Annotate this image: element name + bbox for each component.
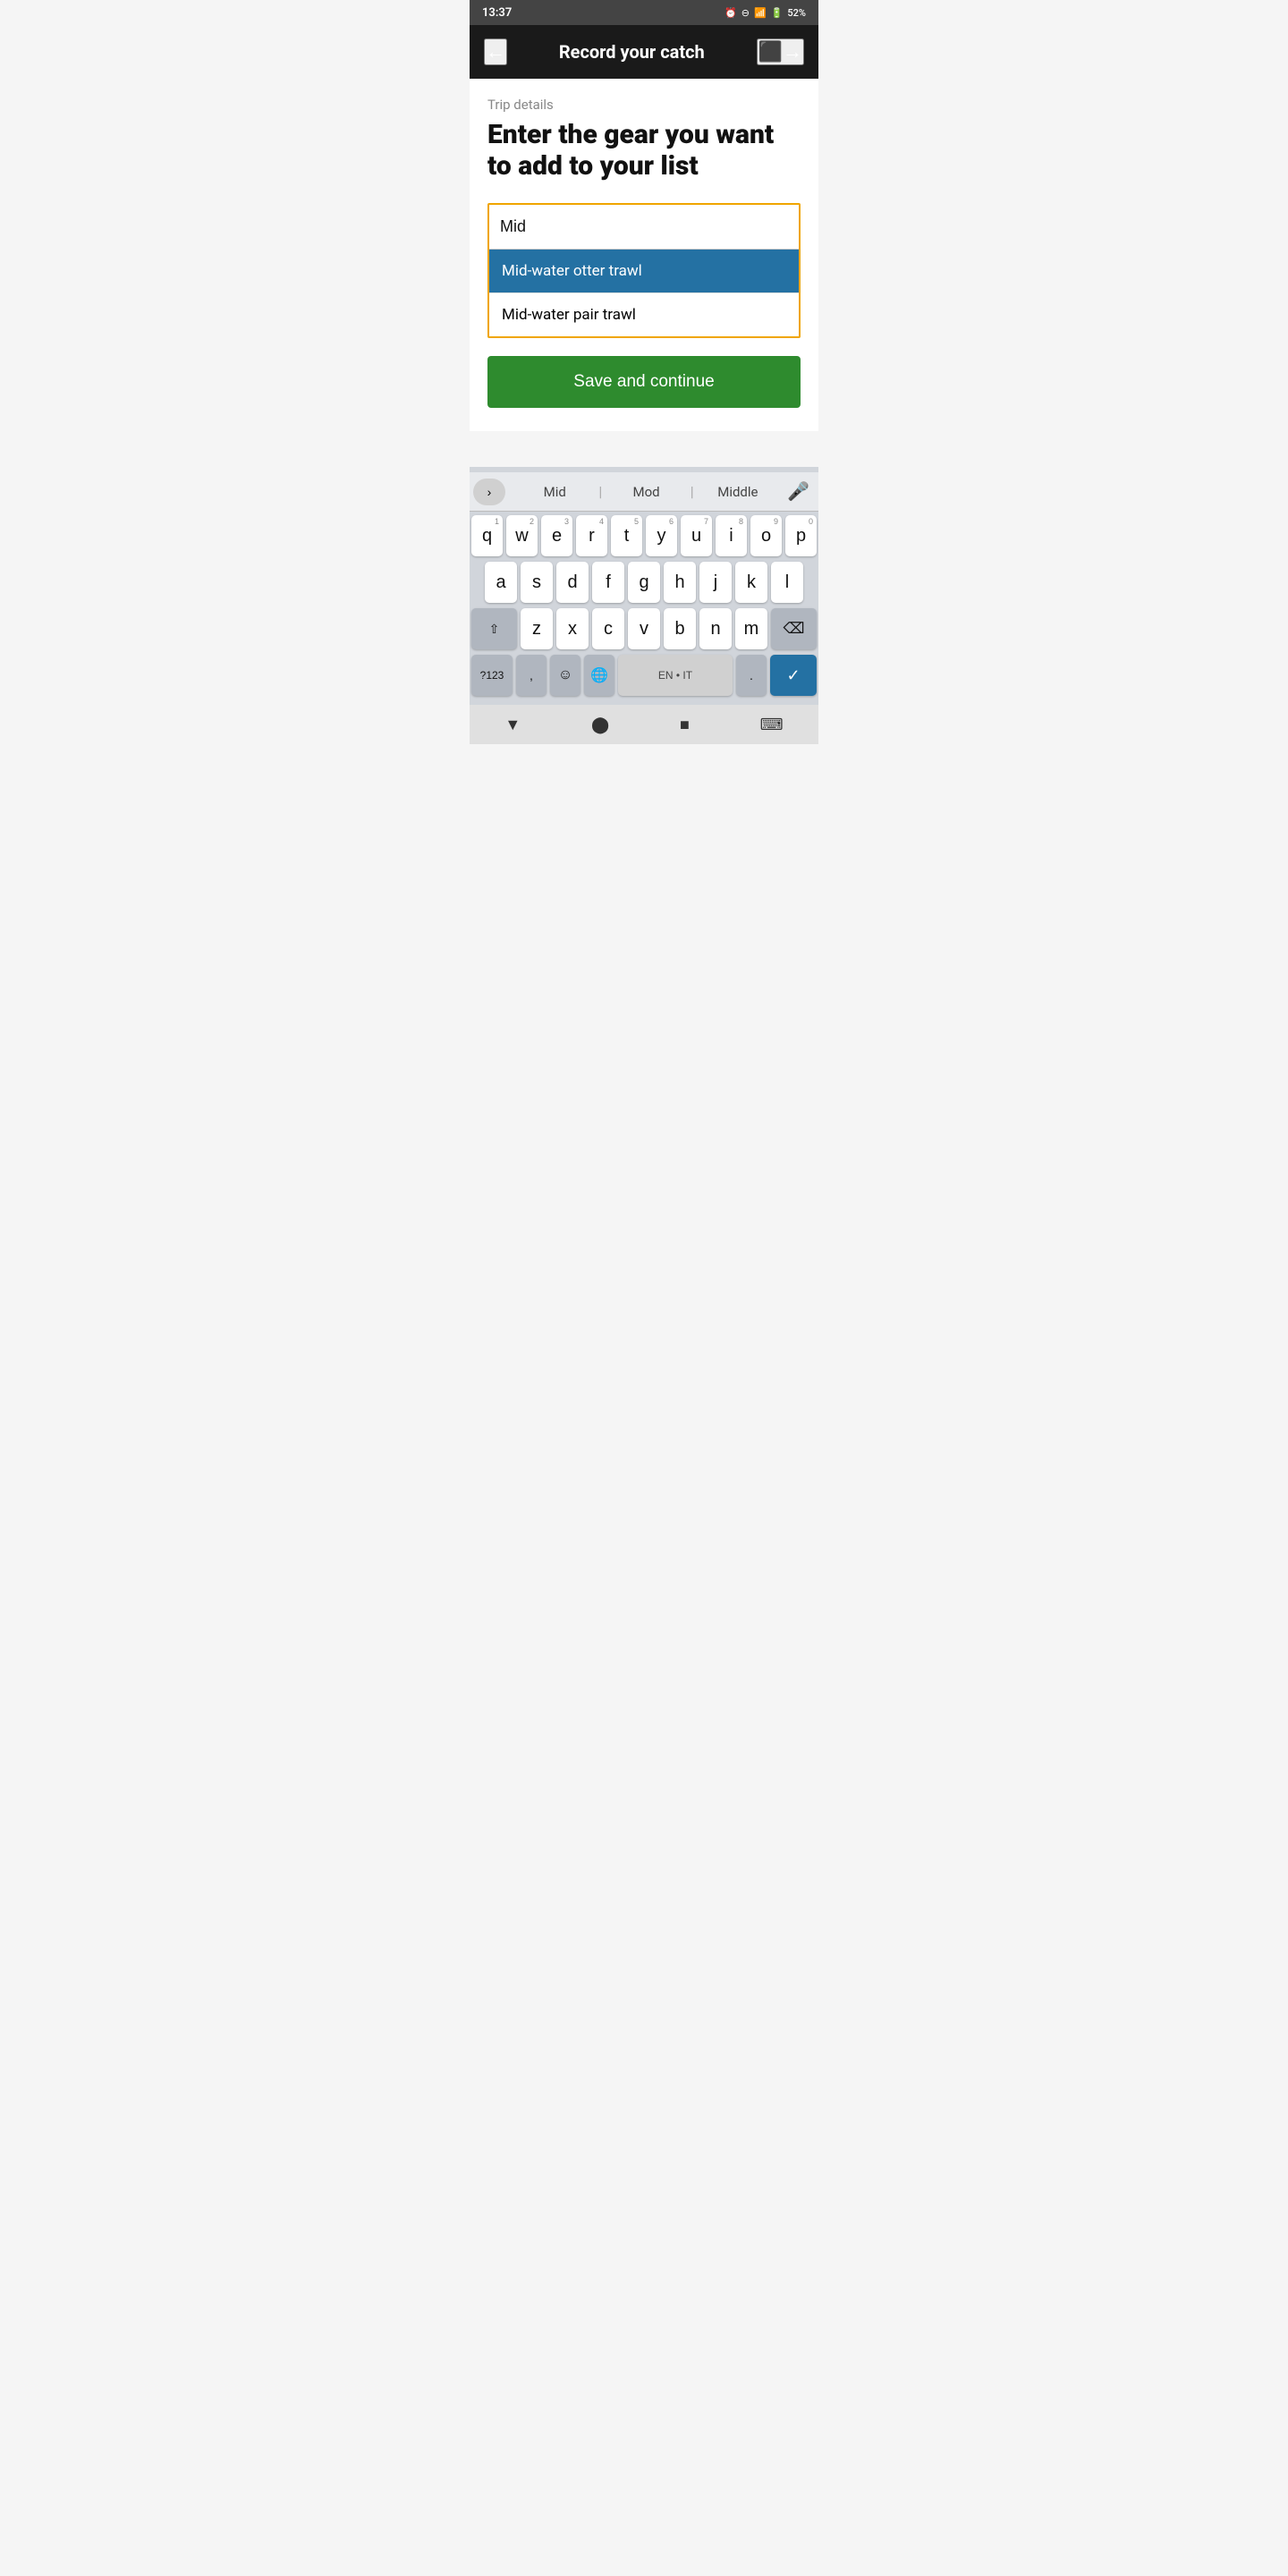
key-n[interactable]: n <box>699 608 732 649</box>
key-k[interactable]: k <box>735 562 767 603</box>
page-heading: Enter the gear you want to add to your l… <box>487 120 801 182</box>
key-q[interactable]: 1q <box>471 515 503 556</box>
key-d[interactable]: d <box>556 562 589 603</box>
space-key[interactable]: EN • IT <box>618 655 733 696</box>
dropdown-options: Mid-water otter trawl Mid-water pair tra… <box>489 249 799 336</box>
app-bar-title: Record your catch <box>559 41 705 63</box>
key-e[interactable]: 3e <box>541 515 572 556</box>
key-row-4: ?123 , ☺ 🌐 EN • IT . ✓ <box>471 655 817 696</box>
battery-percent: 52% <box>787 7 806 19</box>
backspace-key[interactable]: ⌫ <box>771 608 817 649</box>
dropdown-option-1[interactable]: Mid-water otter trawl <box>489 250 799 293</box>
key-row-1: 1q 2w 3e 4r 5t 6y 7u 8i 9o 0p <box>471 515 817 556</box>
key-x[interactable]: x <box>556 608 589 649</box>
status-time: 13:37 <box>482 6 512 20</box>
key-g[interactable]: g <box>628 562 660 603</box>
status-bar: 13:37 ⏰ ⊖ 📶 🔋 52% <box>470 0 818 25</box>
key-z[interactable]: z <box>521 608 553 649</box>
nav-back-button[interactable]: ▼ <box>504 716 521 734</box>
key-r[interactable]: 4r <box>576 515 607 556</box>
shift-key[interactable]: ⇧ <box>471 608 517 649</box>
dnd-icon: ⊖ <box>741 7 750 19</box>
nav-bar: ▼ ⬤ ■ ⌨ <box>470 705 818 744</box>
done-key[interactable]: ✓ <box>770 655 817 696</box>
key-a[interactable]: a <box>485 562 517 603</box>
period-key[interactable]: . <box>736 655 767 696</box>
keyboard-keys: 1q 2w 3e 4r 5t 6y 7u 8i 9o 0p a s d f g … <box>470 512 818 705</box>
save-continue-button[interactable]: Save and continue <box>487 356 801 408</box>
key-o[interactable]: 9o <box>750 515 782 556</box>
key-b[interactable]: b <box>664 608 696 649</box>
suggestion-2[interactable]: Mod <box>602 484 690 500</box>
key-row-2: a s d f g h j k l <box>471 562 817 603</box>
key-p[interactable]: 0p <box>785 515 817 556</box>
suggestions-list: Mid | Mod | Middle <box>511 483 782 500</box>
mic-button[interactable]: 🎤 <box>782 480 815 503</box>
nav-keyboard-button[interactable]: ⌨ <box>760 716 784 734</box>
key-f[interactable]: f <box>592 562 624 603</box>
suggestions-expand-button[interactable]: › <box>473 479 505 505</box>
dropdown-option-2[interactable]: Mid-water pair trawl <box>489 293 799 336</box>
suggestions-bar: › Mid | Mod | Middle 🎤 <box>470 472 818 512</box>
suggestion-1[interactable]: Mid <box>511 484 598 500</box>
alarm-icon: ⏰ <box>724 7 737 19</box>
key-row-3: ⇧ z x c v b n m ⌫ <box>471 608 817 649</box>
keyboard-area: › Mid | Mod | Middle 🎤 1q 2w 3e 4r 5t 6y… <box>470 467 818 705</box>
numbers-key[interactable]: ?123 <box>471 655 513 696</box>
key-s[interactable]: s <box>521 562 553 603</box>
globe-key[interactable]: 🌐 <box>584 655 614 696</box>
key-y[interactable]: 6y <box>646 515 677 556</box>
nav-recent-button[interactable]: ■ <box>680 716 690 734</box>
gear-input-container: Mid-water otter trawl Mid-water pair tra… <box>487 203 801 338</box>
key-m[interactable]: m <box>735 608 767 649</box>
comma-key[interactable]: , <box>516 655 547 696</box>
app-bar: ← Record your catch ⬛→ <box>470 25 818 79</box>
key-u[interactable]: 7u <box>681 515 712 556</box>
nav-home-button[interactable]: ⬤ <box>591 716 609 734</box>
key-v[interactable]: v <box>628 608 660 649</box>
key-h[interactable]: h <box>664 562 696 603</box>
status-icons: ⏰ ⊖ 📶 🔋 52% <box>724 7 806 19</box>
signal-icon: 📶 <box>754 7 767 19</box>
key-c[interactable]: c <box>592 608 624 649</box>
key-i[interactable]: 8i <box>716 515 747 556</box>
key-j[interactable]: j <box>699 562 732 603</box>
gear-search-input[interactable] <box>489 205 799 249</box>
key-l[interactable]: l <box>771 562 803 603</box>
battery-icon: 🔋 <box>771 7 784 19</box>
key-w[interactable]: 2w <box>506 515 538 556</box>
key-t[interactable]: 5t <box>611 515 642 556</box>
emoji-key[interactable]: ☺ <box>550 655 580 696</box>
main-content: Trip details Enter the gear you want to … <box>470 79 818 431</box>
suggestion-3[interactable]: Middle <box>694 484 782 500</box>
exit-button[interactable]: ⬛→ <box>757 38 804 65</box>
section-label: Trip details <box>487 97 801 113</box>
back-button[interactable]: ← <box>484 38 507 65</box>
